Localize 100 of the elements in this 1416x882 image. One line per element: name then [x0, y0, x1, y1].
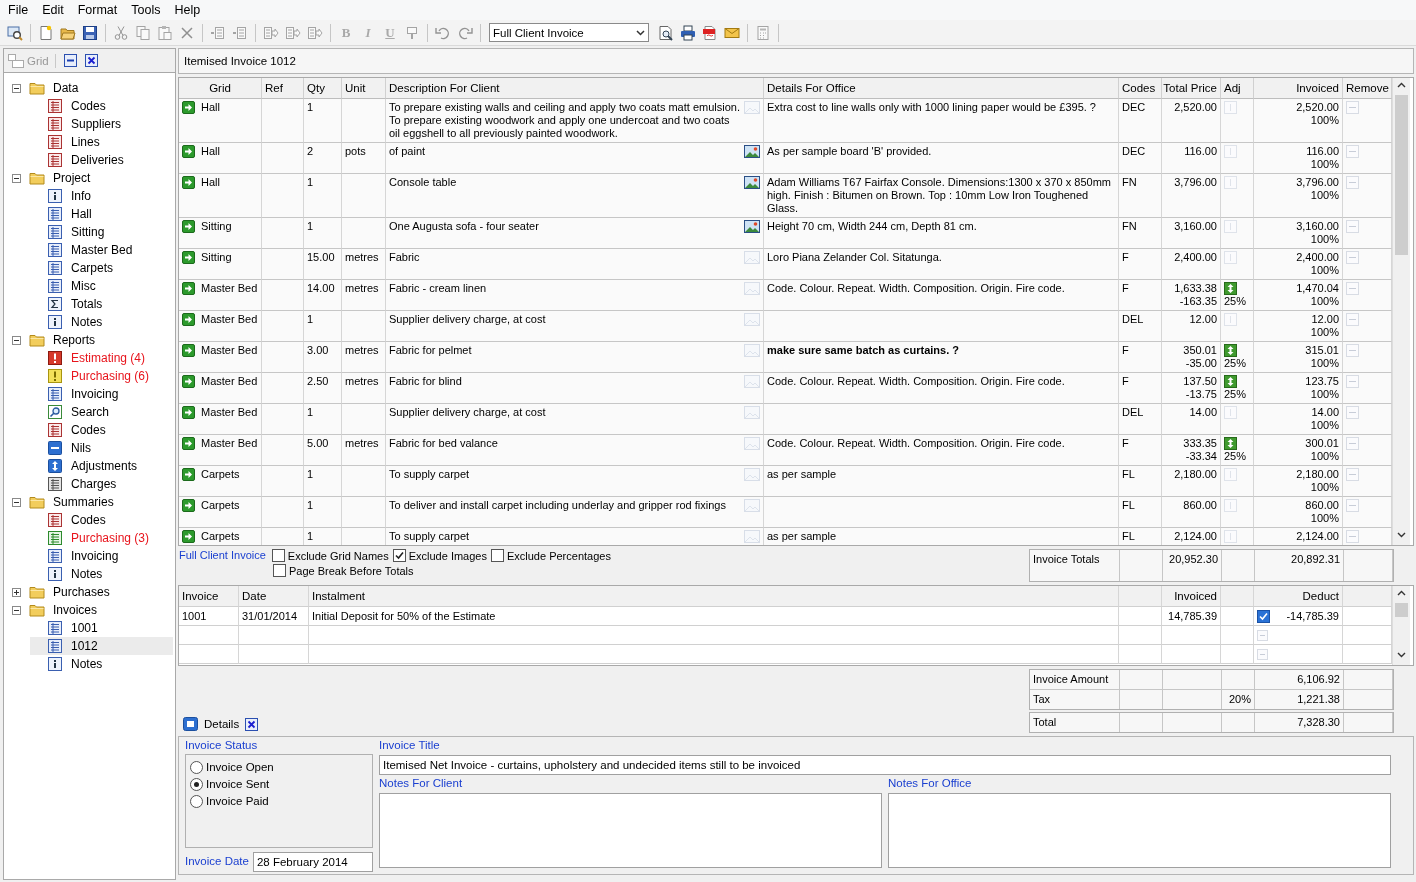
- collapse-icon[interactable]: [12, 497, 21, 507]
- arrow-icon[interactable]: [182, 344, 195, 357]
- arrow-icon[interactable]: [182, 530, 195, 543]
- column-header[interactable]: Remove: [1343, 78, 1392, 99]
- tree-item[interactable]: Misc: [30, 277, 173, 295]
- picture-icon[interactable]: [744, 145, 760, 158]
- arrow-icon[interactable]: [182, 101, 195, 114]
- remove-icon[interactable]: [1346, 344, 1359, 357]
- remove-icon[interactable]: [1346, 101, 1359, 114]
- close-icon[interactable]: [84, 54, 98, 67]
- tree-item[interactable]: Notes: [30, 655, 173, 673]
- column-header[interactable]: Date: [239, 586, 309, 607]
- column-header[interactable]: Invoiced: [1254, 78, 1343, 99]
- tree-item[interactable]: Carpets: [30, 259, 173, 277]
- arrow-icon[interactable]: [182, 145, 195, 158]
- collapse-icon[interactable]: [12, 173, 21, 183]
- tree-item[interactable]: Codes: [30, 421, 173, 439]
- checkbox[interactable]: Page Break Before Totals: [273, 564, 414, 577]
- tree-item[interactable]: Totals: [30, 295, 173, 313]
- print-preview-icon[interactable]: [658, 24, 674, 41]
- tree-item[interactable]: Purchases: [12, 583, 173, 601]
- tree-item[interactable]: Lines: [30, 133, 173, 151]
- column-header[interactable]: Deduct: [1254, 586, 1343, 607]
- new-document-icon[interactable]: [38, 24, 54, 41]
- tree-item[interactable]: Master Bed: [30, 241, 173, 259]
- adjust-icon[interactable]: [1224, 344, 1237, 357]
- picture-icon[interactable]: [744, 220, 760, 233]
- menu-item[interactable]: Edit: [35, 2, 71, 18]
- printer-icon[interactable]: [680, 24, 696, 41]
- radio-label[interactable]: Invoice Paid: [206, 795, 269, 807]
- tree-item[interactable]: 1001: [30, 619, 173, 637]
- column-header[interactable]: Invoiced: [1162, 586, 1221, 607]
- arrow-icon[interactable]: [182, 176, 195, 189]
- column-header[interactable]: Grid: [179, 78, 262, 99]
- remove-icon[interactable]: [1257, 648, 1268, 660]
- arrow-icon[interactable]: [182, 437, 195, 450]
- checkbox[interactable]: Exclude Percentages: [490, 549, 611, 562]
- column-header[interactable]: Ref: [262, 78, 304, 99]
- column-header[interactable]: Details For Office: [764, 78, 1119, 99]
- tree-item[interactable]: Nils: [30, 439, 173, 457]
- close-icon[interactable]: [245, 717, 259, 731]
- arrow-icon[interactable]: [182, 251, 195, 264]
- tree-item[interactable]: Notes: [30, 565, 173, 583]
- menu-item[interactable]: Format: [70, 2, 125, 18]
- adjust-icon[interactable]: [1224, 437, 1237, 450]
- checkbox[interactable]: Exclude Grid Names: [271, 549, 389, 562]
- remove-icon[interactable]: [1257, 629, 1268, 641]
- tree-item[interactable]: Reports: [12, 331, 173, 349]
- remove-icon[interactable]: [1346, 530, 1359, 543]
- checkbox[interactable]: Exclude Images: [392, 549, 487, 562]
- collapse-icon[interactable]: [12, 605, 21, 615]
- tree-item[interactable]: Search: [30, 403, 173, 421]
- save-icon[interactable]: [82, 24, 98, 41]
- arrow-icon[interactable]: [182, 468, 195, 481]
- scrollbar[interactable]: [1392, 78, 1410, 545]
- column-header[interactable]: Description For Client: [386, 78, 764, 99]
- arrow-icon[interactable]: [182, 282, 195, 295]
- caret-icon[interactable]: [636, 29, 645, 36]
- tree-item[interactable]: 1012: [30, 637, 173, 655]
- collapse-icon[interactable]: [12, 83, 21, 93]
- tree-item[interactable]: Codes: [30, 511, 173, 529]
- scrollbar[interactable]: [1392, 586, 1410, 665]
- column-header[interactable]: Unit: [342, 78, 386, 99]
- column-header[interactable]: Adj: [1221, 78, 1254, 99]
- tree-item[interactable]: Invoicing: [30, 385, 173, 403]
- arrow-icon[interactable]: [182, 220, 195, 233]
- remove-icon[interactable]: [1346, 468, 1359, 481]
- column-header[interactable]: Instalment: [309, 586, 1119, 607]
- notes-field[interactable]: [888, 793, 1391, 868]
- tree-item[interactable]: Notes: [30, 313, 173, 331]
- adjust-icon[interactable]: [1224, 375, 1237, 388]
- remove-icon[interactable]: [1346, 220, 1359, 233]
- tree-item[interactable]: Purchasing (3): [30, 529, 173, 547]
- menu-item[interactable]: Help: [167, 2, 208, 18]
- tree-item[interactable]: Suppliers: [30, 115, 173, 133]
- remove-icon[interactable]: [1346, 176, 1359, 189]
- arrow-icon[interactable]: [182, 375, 195, 388]
- report-dropdown[interactable]: Full Client Invoice: [489, 23, 649, 42]
- remove-icon[interactable]: [1346, 251, 1359, 264]
- column-header[interactable]: Total Price: [1162, 78, 1221, 99]
- tree-item[interactable]: Sitting: [30, 223, 173, 241]
- radio-button[interactable]: [190, 794, 203, 808]
- expand-icon[interactable]: [12, 587, 21, 597]
- tree-item[interactable]: Adjustments: [30, 457, 173, 475]
- tree-item[interactable]: Invoices: [12, 601, 173, 619]
- report-link[interactable]: Full Client Invoice: [179, 549, 266, 562]
- remove-icon[interactable]: [1346, 437, 1359, 450]
- tree-item[interactable]: Info: [30, 187, 173, 205]
- arrow-icon[interactable]: [182, 499, 195, 512]
- title-field[interactable]: Itemised Net Invoice - curtains, upholstery and undecided items still to be invoiced: [379, 755, 1391, 775]
- tree-item[interactable]: Charges: [30, 475, 173, 493]
- collapse-icon[interactable]: [63, 54, 77, 67]
- tree-item[interactable]: Deliveries: [30, 151, 173, 169]
- remove-icon[interactable]: [1346, 282, 1359, 295]
- remove-icon[interactable]: [1346, 499, 1359, 512]
- details-icon[interactable]: [183, 717, 198, 731]
- pdf-document-icon[interactable]: [702, 24, 718, 41]
- magnifier-window-icon[interactable]: [7, 24, 23, 41]
- tree-item[interactable]: Codes: [30, 97, 173, 115]
- radio-button[interactable]: [190, 777, 203, 791]
